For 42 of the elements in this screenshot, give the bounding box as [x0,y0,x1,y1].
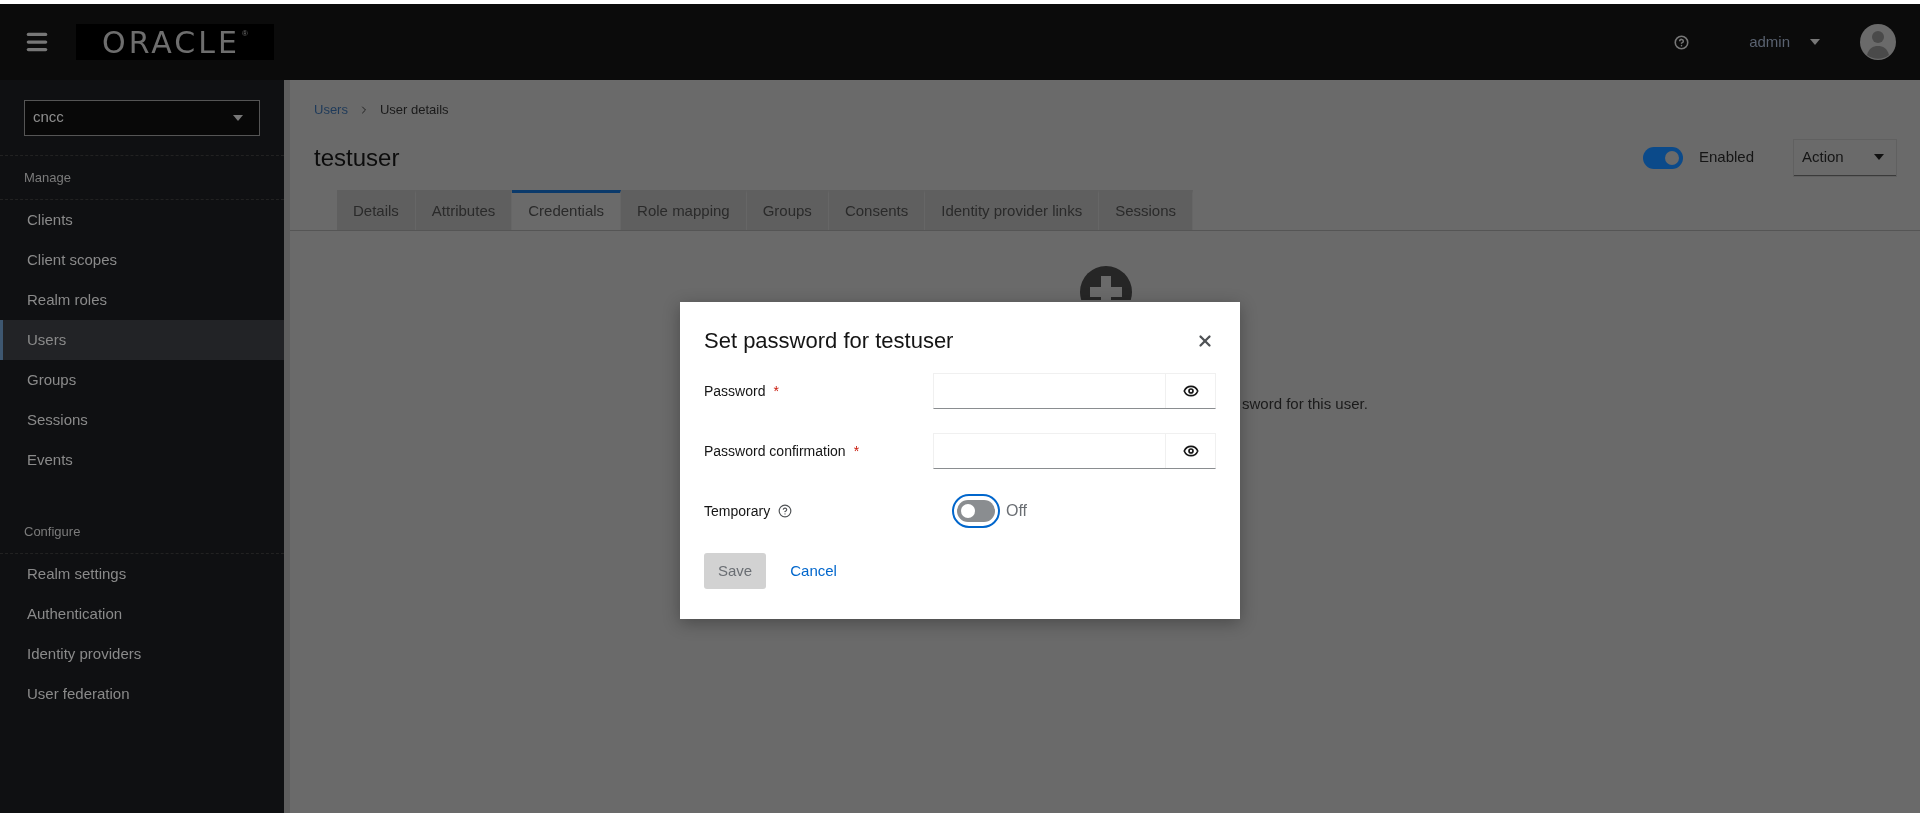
empty-state-text: sword for this user. [1242,394,1368,414]
nav-section-title: Configure [24,522,81,541]
oracle-logo: ORACLE® [76,24,274,60]
switch-status: Off [1006,501,1028,521]
nav-item[interactable]: Groups [0,360,284,400]
tab[interactable]: Credentials [512,189,622,230]
enabled-label: Enabled [1698,147,1754,168]
field-label: Temporary [704,501,771,521]
user-avatar-icon[interactable] [1860,24,1896,60]
help-icon [778,504,793,518]
nav-item[interactable]: Sessions [0,400,284,440]
nav-item[interactable]: Realm settings [0,554,284,594]
nav-item[interactable]: Authentication [0,594,284,634]
nav-item[interactable]: Events [0,440,284,480]
password-field[interactable] [933,373,1216,409]
nav-section-title: Manage [24,168,71,187]
caret-icon [1810,39,1820,45]
breadcrumb-current: User details [379,101,449,119]
required-asterisk: * [853,441,860,461]
cancel-link[interactable]: Cancel [786,553,841,589]
field-label: Password confirmation [704,441,846,461]
caret-icon [233,114,243,121]
nav-item[interactable]: Clients [0,200,284,240]
eye-icon [1182,383,1199,399]
nav-item[interactable]: Client scopes [0,240,284,280]
eye-icon [1182,443,1199,459]
help-button[interactable] [1674,34,1690,50]
temporary-switch[interactable] [952,494,1000,528]
required-asterisk: * [773,381,779,401]
dialog-title: Set password for testuser [704,327,954,355]
page-title: testuser [314,142,401,173]
nav-item[interactable]: Identity providers [0,634,284,674]
nav-item[interactable]: Users [0,320,284,360]
user-menu[interactable]: admin [1749,30,1820,54]
action-dropdown[interactable]: Action [1794,139,1896,176]
field-label: Password [704,381,766,401]
realm-select[interactable]: cncc [24,99,260,136]
caret-icon [1874,154,1884,160]
password-field[interactable] [933,433,1216,469]
nav-item[interactable]: User federation [0,674,284,714]
enabled-switch[interactable] [1642,146,1683,169]
nav-item[interactable]: Realm roles [0,280,284,320]
